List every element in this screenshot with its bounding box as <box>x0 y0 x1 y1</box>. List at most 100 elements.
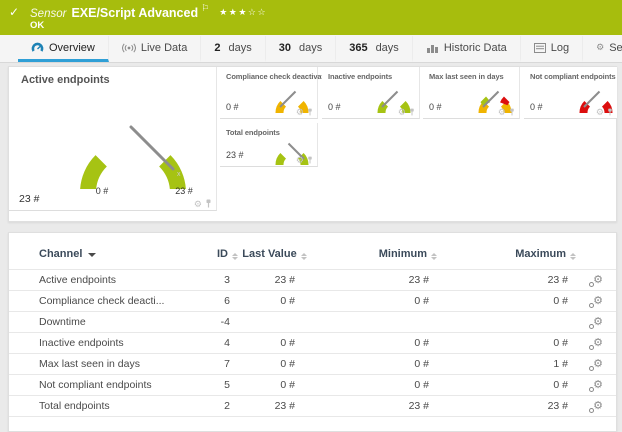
gear-icon[interactable]: ⚙ <box>296 156 304 164</box>
channel-id: 4 <box>224 337 230 349</box>
pin-icon[interactable] <box>307 108 313 116</box>
gauge-tile-compliance-check-deactivated: Compliance check deactivated 0 # ⚙ <box>220 67 318 119</box>
channel-settings-gear-icon[interactable]: ⚙ <box>593 359 603 370</box>
gear-icon: ⚙ <box>596 42 604 53</box>
sensor-title-line: Sensor EXE/Script Advanced⚐ ★★★☆☆ <box>30 3 267 22</box>
gauge-tile-inactive-endpoints: Inactive endpoints 0 # ⚙ <box>322 67 420 119</box>
channel-last-value: 23 # <box>275 274 295 286</box>
column-header-id[interactable]: ID <box>193 233 242 270</box>
table-row: Not compliant endpoints 5 0 # 0 # 0 # ⚙ <box>9 375 616 396</box>
column-header-last-value[interactable]: Last Value <box>242 233 307 270</box>
gauge-value: 23 # <box>226 150 244 160</box>
tab-bar: Overview Live Data 2days 30days 365days … <box>0 35 622 63</box>
channel-table-body: Active endpoints 3 23 # 23 # 23 # ⚙ Comp… <box>9 270 616 417</box>
channel-name: Active endpoints <box>39 274 116 286</box>
pin-icon[interactable] <box>509 108 515 116</box>
gear-icon[interactable]: ⚙ <box>296 108 304 116</box>
pin-icon[interactable] <box>307 156 313 164</box>
channel-name: Total endpoints <box>39 400 110 412</box>
table-row: Total endpoints 2 23 # 23 # 23 # ⚙ <box>9 396 616 417</box>
channel-id: 5 <box>224 379 230 391</box>
tab-log[interactable]: Log <box>521 36 583 62</box>
sort-icon <box>232 253 238 260</box>
tab-historic-data[interactable]: Historic Data <box>413 36 521 62</box>
channel-id: 7 <box>224 358 230 370</box>
priority-flag-icon[interactable]: ⚐ <box>201 3 209 13</box>
gear-icon[interactable]: ⚙ <box>498 108 506 116</box>
channel-name: Not compliant endpoints <box>39 379 152 391</box>
channel-id: -4 <box>221 316 230 328</box>
column-header-channel[interactable]: Channel <box>9 233 193 270</box>
channel-last-value: 0 # <box>280 358 295 370</box>
channel-minimum: 23 # <box>409 274 429 286</box>
gauge-value: 0 # <box>530 102 543 112</box>
pin-icon[interactable] <box>205 199 212 208</box>
tab-live-data[interactable]: Live Data <box>109 36 201 62</box>
channel-settings-gear-icon[interactable]: ⚙ <box>593 380 603 391</box>
channel-name: Compliance check deacti... <box>39 295 164 307</box>
channel-last-value: 0 # <box>280 337 295 349</box>
gauge-scale-max: 23 # <box>167 186 201 196</box>
live-signal-icon <box>122 43 136 53</box>
channel-maximum: 1 # <box>553 358 568 370</box>
channel-last-value: 23 # <box>275 400 295 412</box>
sensor-status-badge: OK <box>30 20 44 31</box>
object-kind-label: Sensor <box>30 8 66 20</box>
channel-minimum: 0 # <box>414 379 429 391</box>
channel-maximum: 0 # <box>553 295 568 307</box>
table-row: Max last seen in days 7 0 # 0 # 1 # ⚙ <box>9 354 616 375</box>
tab-30-days[interactable]: 30days <box>266 36 337 62</box>
tab-overview[interactable]: Overview <box>18 36 109 62</box>
channel-settings-gear-icon[interactable]: ⚙ <box>593 296 603 307</box>
tab-365-days[interactable]: 365days <box>336 36 413 62</box>
gauge-tile-active-endpoints: Active endpoints x 0 # 23 # 23 # ⚙ <box>9 67 217 211</box>
channel-id: 6 <box>224 295 230 307</box>
sort-icon <box>431 253 437 260</box>
channel-minimum: 23 # <box>409 400 429 412</box>
channel-settings-gear-icon[interactable]: ⚙ <box>593 317 603 328</box>
column-header-minimum[interactable]: Minimum <box>307 233 441 270</box>
channel-table: Channel ID Last Value Minimum Maximum Ac… <box>9 233 616 417</box>
gauge-tile-not-compliant-endpoints: Not compliant endpoints 0 # ⚙ <box>524 67 617 119</box>
channel-table-panel: Channel ID Last Value Minimum Maximum Ac… <box>8 232 617 432</box>
gear-icon[interactable]: ⚙ <box>398 108 406 116</box>
needle-tip-marker: x <box>177 171 181 178</box>
gauge-icon <box>31 42 44 53</box>
sensor-name: EXE/Script Advanced <box>71 6 198 20</box>
prtg-sensor-page: { "titlebar": { "kind": "Sensor", "title… <box>0 0 622 432</box>
gauge-scale-min: 0 # <box>89 186 115 196</box>
channel-minimum: 0 # <box>414 295 429 307</box>
channel-maximum: 0 # <box>553 379 568 391</box>
sensor-title-bar: ✓ Sensor EXE/Script Advanced⚐ ★★★☆☆ OK <box>0 0 622 35</box>
channel-id: 3 <box>224 274 230 286</box>
channel-last-value: 0 # <box>280 379 295 391</box>
log-icon <box>534 43 546 53</box>
tab-settings[interactable]: ⚙ Settings <box>583 36 622 62</box>
channel-maximum: 23 # <box>548 400 568 412</box>
column-header-actions <box>580 233 616 270</box>
gear-icon[interactable]: ⚙ <box>194 200 202 208</box>
priority-stars[interactable]: ★★★☆☆ <box>219 7 267 17</box>
column-header-maximum[interactable]: Maximum <box>441 233 580 270</box>
table-row: Inactive endpoints 4 0 # 0 # 0 # ⚙ <box>9 333 616 354</box>
gauges-panel: Active endpoints x 0 # 23 # 23 # ⚙ Compl… <box>8 66 617 222</box>
gear-icon[interactable]: ⚙ <box>596 108 604 116</box>
channel-name: Downtime <box>39 316 86 328</box>
pin-icon[interactable] <box>607 108 613 116</box>
channel-maximum: 23 # <box>548 274 568 286</box>
channel-maximum: 0 # <box>553 337 568 349</box>
gauge-value: 0 # <box>226 102 239 112</box>
status-ok-check-icon: ✓ <box>9 5 19 19</box>
channel-id: 2 <box>224 400 230 412</box>
sort-icon <box>570 253 576 260</box>
gauge-tile-max-last-seen-in-days: Max last seen in days 0 # ⚙ <box>423 67 520 119</box>
channel-settings-gear-icon[interactable]: ⚙ <box>593 338 603 349</box>
tab-2-days[interactable]: 2days <box>201 36 265 62</box>
channel-settings-gear-icon[interactable]: ⚙ <box>593 401 603 412</box>
bar-chart-icon <box>426 43 439 53</box>
channel-settings-gear-icon[interactable]: ⚙ <box>593 275 603 286</box>
gauge-value: 23 # <box>19 193 39 205</box>
table-row: Active endpoints 3 23 # 23 # 23 # ⚙ <box>9 270 616 291</box>
pin-icon[interactable] <box>409 108 415 116</box>
gauge-value: 0 # <box>429 102 442 112</box>
